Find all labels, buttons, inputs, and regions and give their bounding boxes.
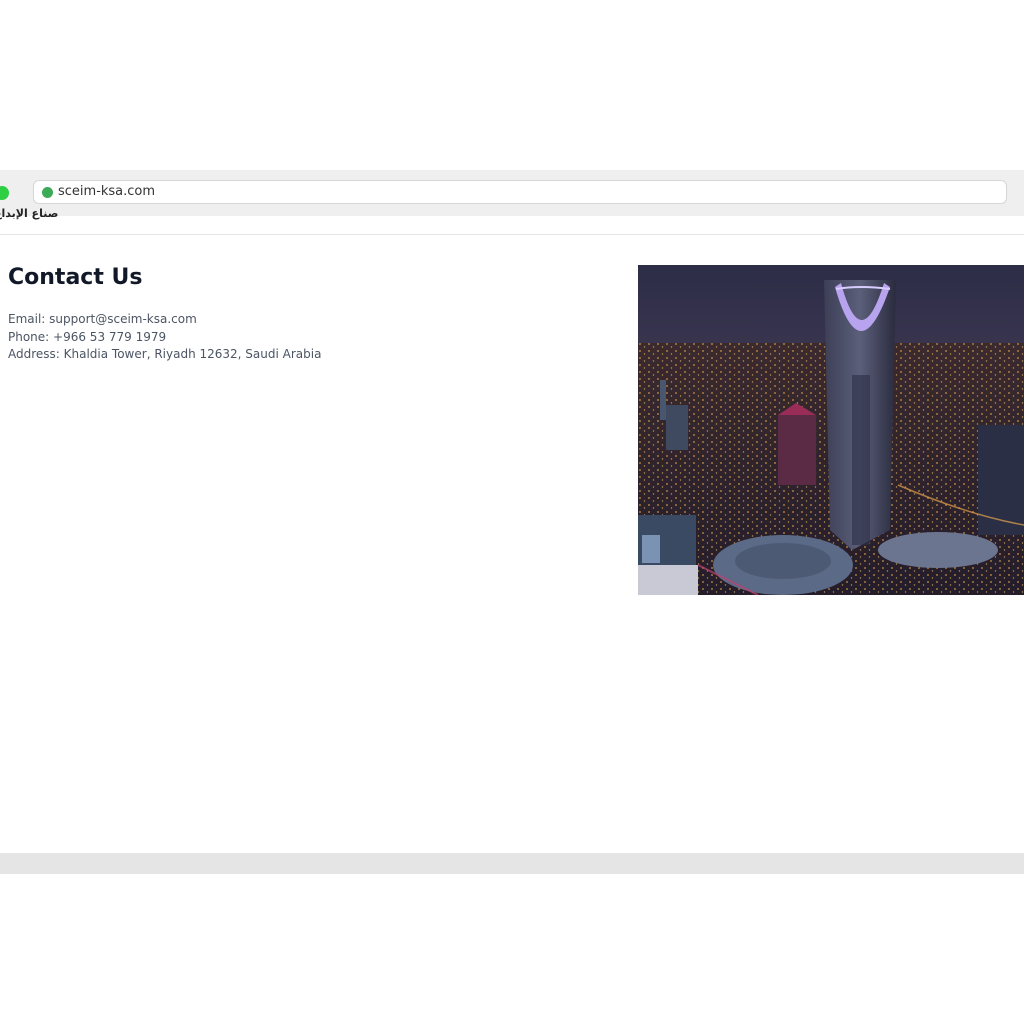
window-bottom-bar: [0, 853, 1024, 874]
contact-address: Address: Khaldia Tower, Riyadh 12632, Sa…: [8, 347, 322, 361]
riyadh-skyline-image: [638, 265, 1024, 595]
contact-details: Email: support@sceim-ksa.com Phone: +966…: [8, 311, 321, 364]
page-title: Contact Us: [8, 265, 143, 290]
contact-phone: Phone: +966 53 779 1979: [8, 329, 167, 344]
contact-email: Email: support@sceim-ksa.com: [8, 312, 197, 326]
url-text: sceim-ksa.com: [58, 184, 156, 199]
address-bar[interactable]: sceim-ksa.com: [33, 180, 1007, 204]
site-header: ﺻﻨﺎع اﻹﺑﺪاع: [0, 208, 1024, 235]
secure-connection-icon: [42, 187, 53, 198]
site-logo[interactable]: ﺻﻨﺎع اﻹﺑﺪاع: [0, 208, 58, 220]
